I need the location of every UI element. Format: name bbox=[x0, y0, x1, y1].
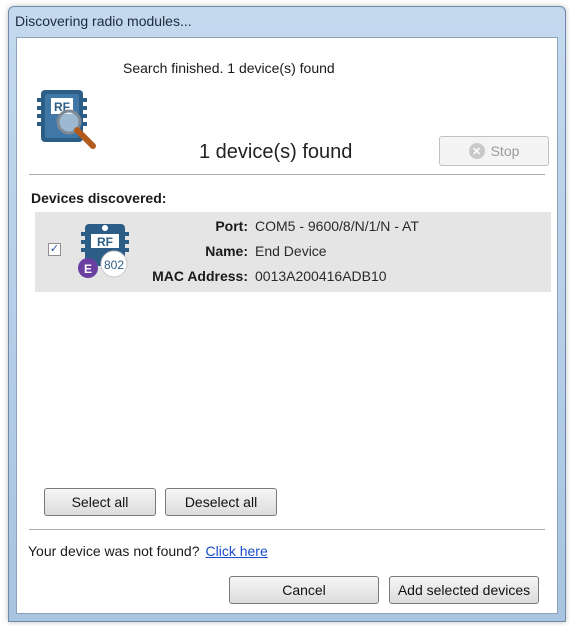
divider bbox=[29, 174, 545, 175]
stop-button[interactable]: ✕ Stop bbox=[439, 136, 549, 166]
devices-discovered-label: Devices discovered: bbox=[31, 190, 167, 206]
mac-value: 0013A200416ADB10 bbox=[255, 268, 387, 284]
divider bbox=[29, 529, 545, 530]
port-label: Port: bbox=[215, 218, 248, 234]
add-selected-devices-button[interactable]: Add selected devices bbox=[389, 576, 539, 604]
select-all-button[interactable]: Select all bbox=[44, 488, 156, 516]
window-title: Discovering radio modules... bbox=[15, 13, 192, 29]
device-list-item[interactable]: ✓ RF 802 E Port: COM5 - 9600/8/N/1/N - A… bbox=[35, 212, 551, 292]
not-found-text: Your device was not found? bbox=[28, 543, 200, 559]
dialog-content: Search finished. 1 device(s) found RF 1 … bbox=[16, 37, 558, 614]
search-status-text: Search finished. 1 device(s) found bbox=[123, 60, 335, 76]
mac-label: MAC Address: bbox=[152, 268, 248, 284]
discovery-dialog: Discovering radio modules... Search fini… bbox=[8, 6, 566, 622]
name-label: Name: bbox=[205, 243, 248, 259]
found-count-heading: 1 device(s) found bbox=[199, 141, 353, 163]
deselect-all-button[interactable]: Deselect all bbox=[165, 488, 277, 516]
click-here-link[interactable]: Click here bbox=[206, 543, 268, 559]
rf-module-search-icon: RF bbox=[37, 90, 96, 149]
stop-icon: ✕ bbox=[468, 143, 485, 159]
stop-button-label: Stop bbox=[490, 143, 520, 159]
name-value: End Device bbox=[255, 243, 327, 259]
port-value: COM5 - 9600/8/N/1/N - AT bbox=[255, 218, 419, 234]
device-not-found-prompt: Your device was not found? Click here bbox=[28, 543, 268, 559]
cancel-button[interactable]: Cancel bbox=[229, 576, 379, 604]
